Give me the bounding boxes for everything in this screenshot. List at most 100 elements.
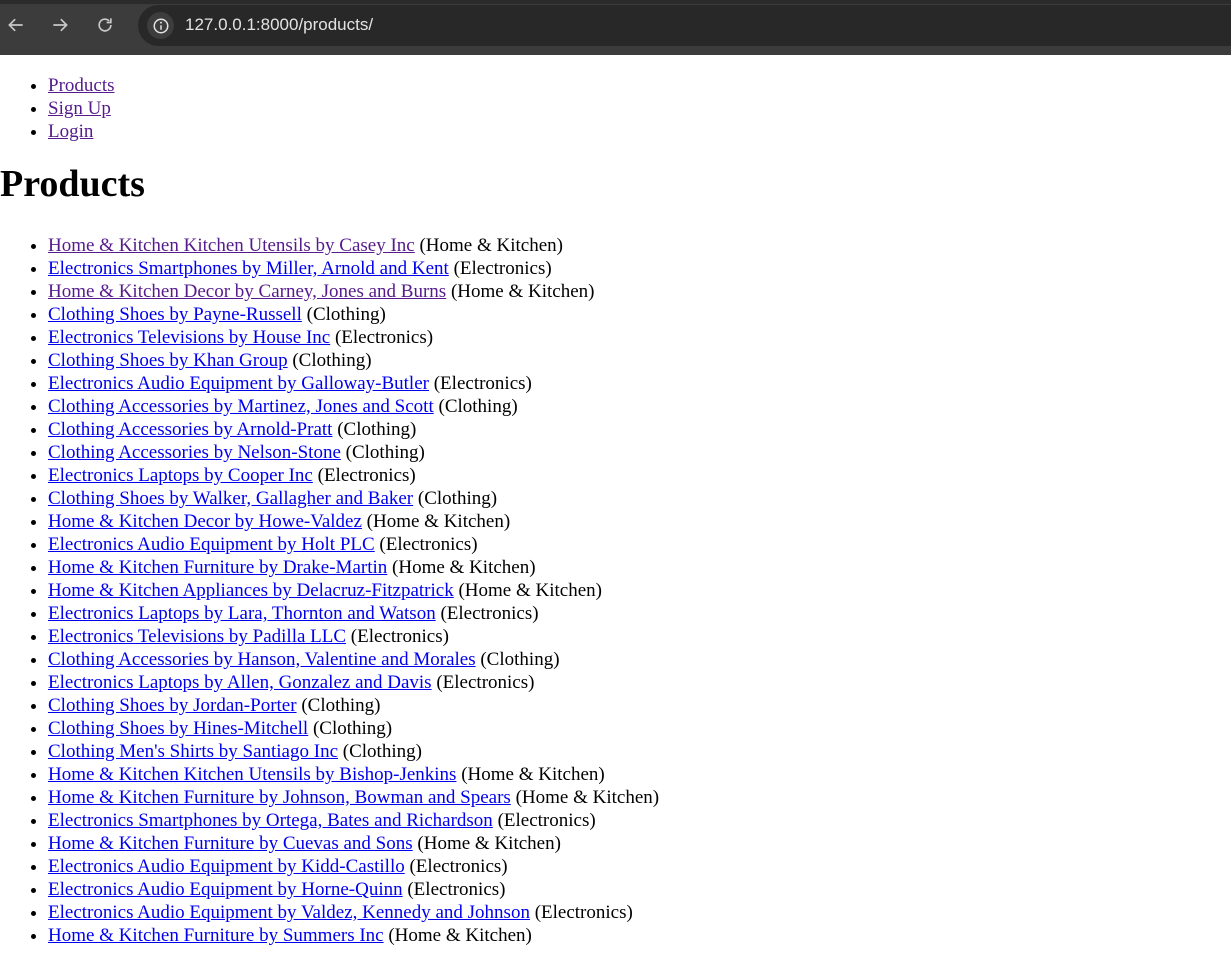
product-category: (Home & Kitchen) <box>383 925 532 946</box>
list-item: Electronics Audio Equipment by Valdez, K… <box>48 901 1231 924</box>
nav-link-sign-up[interactable]: Sign Up <box>48 98 111 119</box>
arrow-right-icon <box>53 18 68 32</box>
product-category: (Electronics) <box>529 902 633 923</box>
arrow-left-icon <box>8 18 23 32</box>
list-item: Home & Kitchen Furniture by Cuevas and S… <box>48 832 1231 855</box>
tab-strip-edge <box>0 0 1231 4</box>
product-category: (Clothing) <box>296 695 381 716</box>
url-text[interactable]: 127.0.0.1:8000/products/ <box>185 15 373 35</box>
list-item: Electronics Laptops by Lara, Thornton an… <box>48 602 1231 625</box>
product-category: (Clothing) <box>287 350 372 371</box>
product-category: (Electronics) <box>404 856 508 877</box>
list-item: Electronics Laptops by Cooper Inc (Elect… <box>48 464 1231 487</box>
product-category: (Home & Kitchen) <box>456 764 605 785</box>
product-category: (Home & Kitchen) <box>361 511 511 532</box>
product-link[interactable]: Clothing Men's Shirts by Santiago Inc <box>48 741 338 762</box>
address-bar[interactable]: 127.0.0.1:8000/products/ <box>138 5 1231 46</box>
product-category: (Electronics) <box>435 603 539 624</box>
product-link[interactable]: Clothing Shoes by Jordan-Porter <box>48 695 297 716</box>
product-link[interactable]: Home & Kitchen Furniture by Johnson, Bow… <box>48 787 511 808</box>
list-item: Electronics Audio Equipment by Holt PLC … <box>48 533 1231 556</box>
list-item: Home & Kitchen Decor by Carney, Jones an… <box>48 280 1231 303</box>
list-item: Clothing Shoes by Jordan-Porter (Clothin… <box>48 694 1231 717</box>
list-item: Electronics Televisions by House Inc (El… <box>48 326 1231 349</box>
product-list: Home & Kitchen Kitchen Utensils by Casey… <box>0 234 1231 947</box>
list-item: Clothing Shoes by Hines-Mitchell (Clothi… <box>48 717 1231 740</box>
product-link[interactable]: Electronics Audio Equipment by Holt PLC <box>48 534 375 555</box>
product-link[interactable]: Home & Kitchen Decor by Howe-Valdez <box>48 511 362 532</box>
product-link[interactable]: Clothing Accessories by Hanson, Valentin… <box>48 649 476 670</box>
page-content: Products Sign Up Login Products Home & K… <box>0 55 1231 960</box>
list-item: Home & Kitchen Furniture by Johnson, Bow… <box>48 786 1231 809</box>
product-link[interactable]: Electronics Laptops by Cooper Inc <box>48 465 313 486</box>
product-category: (Electronics) <box>312 465 416 486</box>
list-item: Clothing Accessories by Hanson, Valentin… <box>48 648 1231 671</box>
list-item: Clothing Shoes by Khan Group (Clothing) <box>48 349 1231 372</box>
product-category: (Clothing) <box>338 741 422 762</box>
product-link[interactable]: Home & Kitchen Kitchen Utensils by Bisho… <box>48 764 456 785</box>
nav-link-products[interactable]: Products <box>48 75 115 96</box>
reload-button[interactable] <box>90 10 120 40</box>
product-link[interactable]: Electronics Audio Equipment by Valdez, K… <box>48 902 530 923</box>
forward-button[interactable] <box>45 10 75 40</box>
info-icon <box>153 18 168 33</box>
product-link[interactable]: Home & Kitchen Furniture by Cuevas and S… <box>48 833 413 854</box>
product-category: (Home & Kitchen) <box>412 833 561 854</box>
list-item: Electronics Audio Equipment by Horne-Qui… <box>48 878 1231 901</box>
product-link[interactable]: Clothing Shoes by Khan Group <box>48 350 288 371</box>
product-link[interactable]: Clothing Accessories by Arnold-Pratt <box>48 419 332 440</box>
list-item: Home & Kitchen Furniture by Drake-Martin… <box>48 556 1231 579</box>
list-item: Clothing Accessories by Martinez, Jones … <box>48 395 1231 418</box>
product-link[interactable]: Home & Kitchen Appliances by Delacruz-Fi… <box>48 580 454 601</box>
product-category: (Clothing) <box>475 649 560 670</box>
list-item: Electronics Audio Equipment by Kidd-Cast… <box>48 855 1231 878</box>
product-category: (Clothing) <box>308 718 393 739</box>
product-category: (Electronics) <box>428 373 532 394</box>
product-link[interactable]: Clothing Shoes by Payne-Russell <box>48 304 302 325</box>
product-link[interactable]: Electronics Smartphones by Ortega, Bates… <box>48 810 493 831</box>
product-category: (Electronics) <box>346 626 449 647</box>
product-category: (Electronics) <box>374 534 478 555</box>
product-link[interactable]: Electronics Audio Equipment by Horne-Qui… <box>48 879 403 900</box>
product-category: (Electronics) <box>448 258 552 279</box>
product-link[interactable]: Electronics Televisions by Padilla LLC <box>48 626 346 647</box>
list-item: Clothing Men's Shirts by Santiago Inc (C… <box>48 740 1231 763</box>
product-category: (Electronics) <box>431 672 535 693</box>
product-category: (Electronics) <box>402 879 506 900</box>
product-category: (Home & Kitchen) <box>414 235 563 256</box>
product-link[interactable]: Home & Kitchen Furniture by Summers Inc <box>48 925 384 946</box>
product-link[interactable]: Clothing Accessories by Martinez, Jones … <box>48 396 434 417</box>
product-link[interactable]: Electronics Laptops by Allen, Gonzalez a… <box>48 672 432 693</box>
product-link[interactable]: Clothing Accessories by Nelson-Stone <box>48 442 341 463</box>
nav-item-login: Login <box>48 120 1231 143</box>
list-item: Home & Kitchen Furniture by Summers Inc … <box>48 924 1231 947</box>
list-item: Clothing Shoes by Walker, Gallagher and … <box>48 487 1231 510</box>
product-category: (Clothing) <box>301 304 386 325</box>
site-nav: Products Sign Up Login <box>0 74 1231 143</box>
product-link[interactable]: Electronics Audio Equipment by Kidd-Cast… <box>48 856 405 877</box>
list-item: Electronics Smartphones by Miller, Arnol… <box>48 257 1231 280</box>
list-item: Clothing Accessories by Nelson-Stone (Cl… <box>48 441 1231 464</box>
site-info-button[interactable] <box>147 12 174 39</box>
reload-icon <box>98 18 112 32</box>
product-link[interactable]: Electronics Smartphones by Miller, Arnol… <box>48 258 449 279</box>
product-link[interactable]: Home & Kitchen Furniture by Drake-Martin <box>48 557 387 578</box>
nav-item-products: Products <box>48 74 1231 97</box>
list-item: Clothing Shoes by Payne-Russell (Clothin… <box>48 303 1231 326</box>
product-link[interactable]: Home & Kitchen Kitchen Utensils by Casey… <box>48 235 415 256</box>
back-button[interactable] <box>1 10 31 40</box>
browser-toolbar: 127.0.0.1:8000/products/ <box>0 0 1231 55</box>
product-link[interactable]: Clothing Shoes by Walker, Gallagher and … <box>48 488 413 509</box>
list-item: Electronics Audio Equipment by Galloway-… <box>48 372 1231 395</box>
nav-item-sign-up: Sign Up <box>48 97 1231 120</box>
product-link[interactable]: Electronics Televisions by House Inc <box>48 327 330 348</box>
nav-link-login[interactable]: Login <box>48 121 93 142</box>
list-item: Electronics Televisions by Padilla LLC (… <box>48 625 1231 648</box>
product-link[interactable]: Electronics Audio Equipment by Galloway-… <box>48 373 429 394</box>
product-link[interactable]: Electronics Laptops by Lara, Thornton an… <box>48 603 436 624</box>
product-link[interactable]: Home & Kitchen Decor by Carney, Jones an… <box>48 281 446 302</box>
product-category: (Clothing) <box>413 488 498 509</box>
product-category: (Home & Kitchen) <box>387 557 536 578</box>
product-link[interactable]: Clothing Shoes by Hines-Mitchell <box>48 718 308 739</box>
list-item: Electronics Laptops by Allen, Gonzalez a… <box>48 671 1231 694</box>
